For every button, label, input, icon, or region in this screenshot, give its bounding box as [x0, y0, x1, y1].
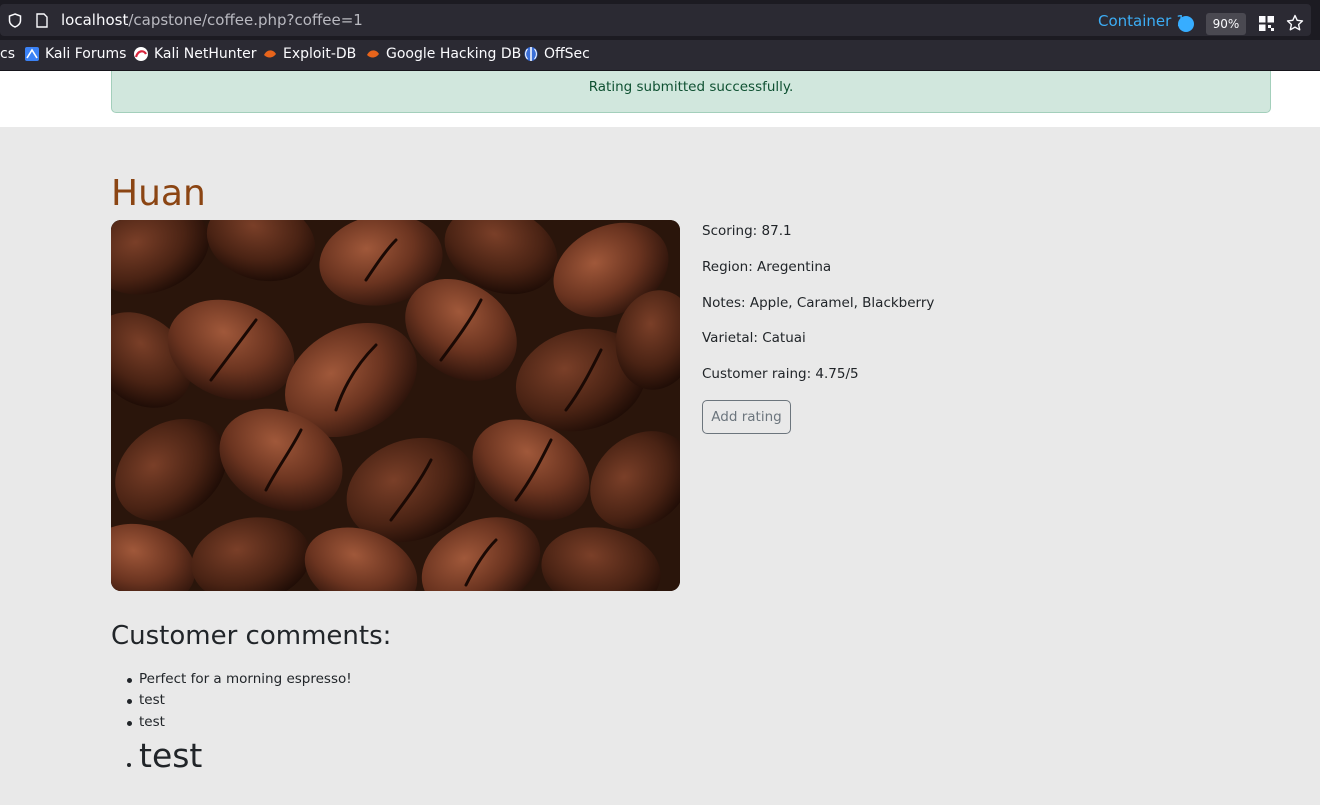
bookmark-label: cs	[0, 46, 15, 62]
container-indicator-icon	[1178, 16, 1194, 32]
bookmark-offsec[interactable]: OffSec	[523, 46, 590, 62]
bookmark-label: Google Hacking DB	[386, 46, 522, 62]
bookmark-exploit-db[interactable]: Exploit-DB	[262, 46, 356, 62]
bullet-icon	[127, 721, 132, 726]
bookmark-star-icon[interactable]	[1286, 14, 1304, 32]
url-host: localhost	[61, 11, 129, 29]
coffee-name: Huan	[111, 173, 206, 214]
notes-text: Notes: Apple, Caramel, Blackberry	[702, 295, 935, 311]
page-info-icon[interactable]	[36, 13, 48, 28]
zoom-level-button[interactable]: 90%	[1206, 13, 1246, 35]
coffee-beans-image	[111, 220, 680, 591]
tracking-protection-shield-icon[interactable]	[8, 13, 22, 28]
bookmark-kali-nethunter[interactable]: Kali NetHunter	[133, 46, 256, 62]
bullet-icon	[127, 699, 132, 704]
bookmark-label: OffSec	[544, 46, 590, 62]
exploit-db-icon	[264, 50, 276, 58]
url-bar[interactable]: localhost/capstone/coffee.php?coffee=1 C…	[0, 4, 1311, 36]
url-text[interactable]: localhost/capstone/coffee.php?coffee=1	[61, 11, 363, 29]
url-path: /capstone/coffee.php?coffee=1	[128, 11, 363, 29]
kali-forums-icon	[25, 47, 39, 61]
bullet-icon	[127, 763, 131, 767]
google-hacking-db-icon	[367, 50, 379, 58]
scoring-text: Scoring: 87.1	[702, 223, 792, 239]
success-alert: Rating submitted successfully.	[111, 71, 1271, 113]
comments-title: Customer comments:	[111, 621, 392, 651]
comment-item-large: test	[139, 736, 203, 775]
varietal-text: Varietal: Catuai	[702, 330, 806, 346]
comment-item: Perfect for a morning espresso!	[139, 671, 352, 687]
alert-message: Rating submitted successfully.	[588, 79, 794, 95]
browser-toolbar: localhost/capstone/coffee.php?coffee=1 C…	[0, 0, 1320, 40]
bullet-icon	[127, 678, 132, 683]
comment-item: test	[139, 714, 165, 730]
comment-item: test	[139, 692, 165, 708]
bookmark-kali-forums[interactable]: Kali Forums	[24, 46, 126, 62]
page-content: Rating submitted successfully. Huan Scor…	[0, 71, 1320, 805]
bookmark-item[interactable]: cs	[0, 46, 15, 62]
bookmark-google-hacking-db[interactable]: Google Hacking DB	[365, 46, 521, 62]
offsec-icon	[524, 47, 538, 61]
bookmarks-bar: cs Kali Forums Kali NetHunter Exploit-DB…	[0, 40, 1320, 71]
bookmark-label: Kali NetHunter	[154, 46, 257, 62]
region-text: Region: Aregentina	[702, 259, 832, 275]
kali-nethunter-icon	[134, 47, 148, 61]
container-label[interactable]: Container 1	[1098, 12, 1186, 30]
bookmark-label: Kali Forums	[45, 46, 127, 62]
customer-rating-text: Customer raing: 4.75/5	[702, 366, 859, 382]
bookmark-label: Exploit-DB	[283, 46, 357, 62]
extensions-grid-icon[interactable]	[1259, 16, 1274, 31]
add-rating-button[interactable]: Add rating	[702, 400, 791, 434]
